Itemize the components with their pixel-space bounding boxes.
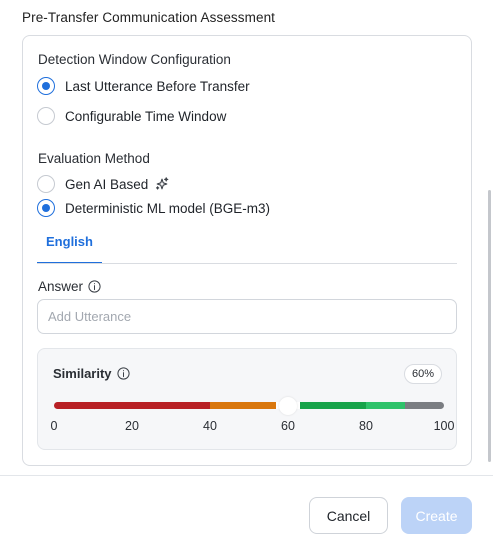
radio-last-utterance[interactable]: Last Utterance Before Transfer xyxy=(37,76,250,96)
cancel-button[interactable]: Cancel xyxy=(309,497,388,534)
footer-divider xyxy=(0,475,493,476)
radio-label: Last Utterance Before Transfer xyxy=(65,78,250,94)
radio-deterministic-ml[interactable]: Deterministic ML model (BGE-m3) xyxy=(37,198,270,218)
answer-label-text: Answer xyxy=(38,279,84,294)
radio-label: Deterministic ML model (BGE-m3) xyxy=(65,200,271,216)
similarity-segment xyxy=(405,402,444,409)
scrollbar[interactable] xyxy=(488,190,491,462)
similarity-tick-label: 60 xyxy=(281,419,295,433)
info-icon[interactable] xyxy=(88,280,101,293)
info-icon[interactable] xyxy=(116,367,130,380)
radio-button-checked[interactable] xyxy=(37,77,55,95)
similarity-segment xyxy=(210,402,277,409)
similarity-label-text: Similarity xyxy=(53,366,112,381)
similarity-tick-label: 80 xyxy=(359,419,373,433)
assessment-card: Detection Window Configuration Last Utte… xyxy=(22,35,472,466)
similarity-panel: Similarity 60% 0 20 40 60 80 100 xyxy=(37,348,457,450)
create-button[interactable]: Create xyxy=(401,497,472,534)
radio-label: Configurable Time Window xyxy=(65,108,227,124)
radio-gen-ai[interactable]: Gen AI Based xyxy=(37,174,169,194)
similarity-slider-thumb[interactable] xyxy=(279,397,297,415)
tab-english[interactable]: English xyxy=(37,229,102,264)
similarity-tick-label: 20 xyxy=(125,419,139,433)
similarity-tick-label: 40 xyxy=(203,419,217,433)
similarity-slider-track[interactable] xyxy=(54,402,444,409)
similarity-segment xyxy=(299,402,366,409)
sparkle-icon xyxy=(155,177,169,191)
add-utterance-input[interactable] xyxy=(37,299,457,334)
radio-label: Gen AI Based xyxy=(65,176,149,192)
similarity-tick-label: 0 xyxy=(50,419,58,433)
evaluation-method-label: Evaluation Method xyxy=(38,151,150,166)
radio-button-checked[interactable] xyxy=(37,199,55,217)
similarity-tick-label: 100 xyxy=(433,419,455,433)
similarity-value-badge: 60% xyxy=(403,364,442,384)
similarity-segment xyxy=(54,402,210,409)
assessment-panel: Pre-Transfer Communication Assessment De… xyxy=(0,0,493,549)
section-title: Pre-Transfer Communication Assessment xyxy=(22,10,276,25)
tab-divider xyxy=(37,263,457,264)
similarity-segment xyxy=(366,402,405,409)
radio-button[interactable] xyxy=(37,175,55,193)
similarity-label: Similarity xyxy=(53,366,130,381)
detection-window-label: Detection Window Configuration xyxy=(38,52,231,67)
answer-label: Answer xyxy=(38,279,101,294)
radio-button[interactable] xyxy=(37,107,55,125)
radio-configurable-window[interactable]: Configurable Time Window xyxy=(37,106,226,126)
